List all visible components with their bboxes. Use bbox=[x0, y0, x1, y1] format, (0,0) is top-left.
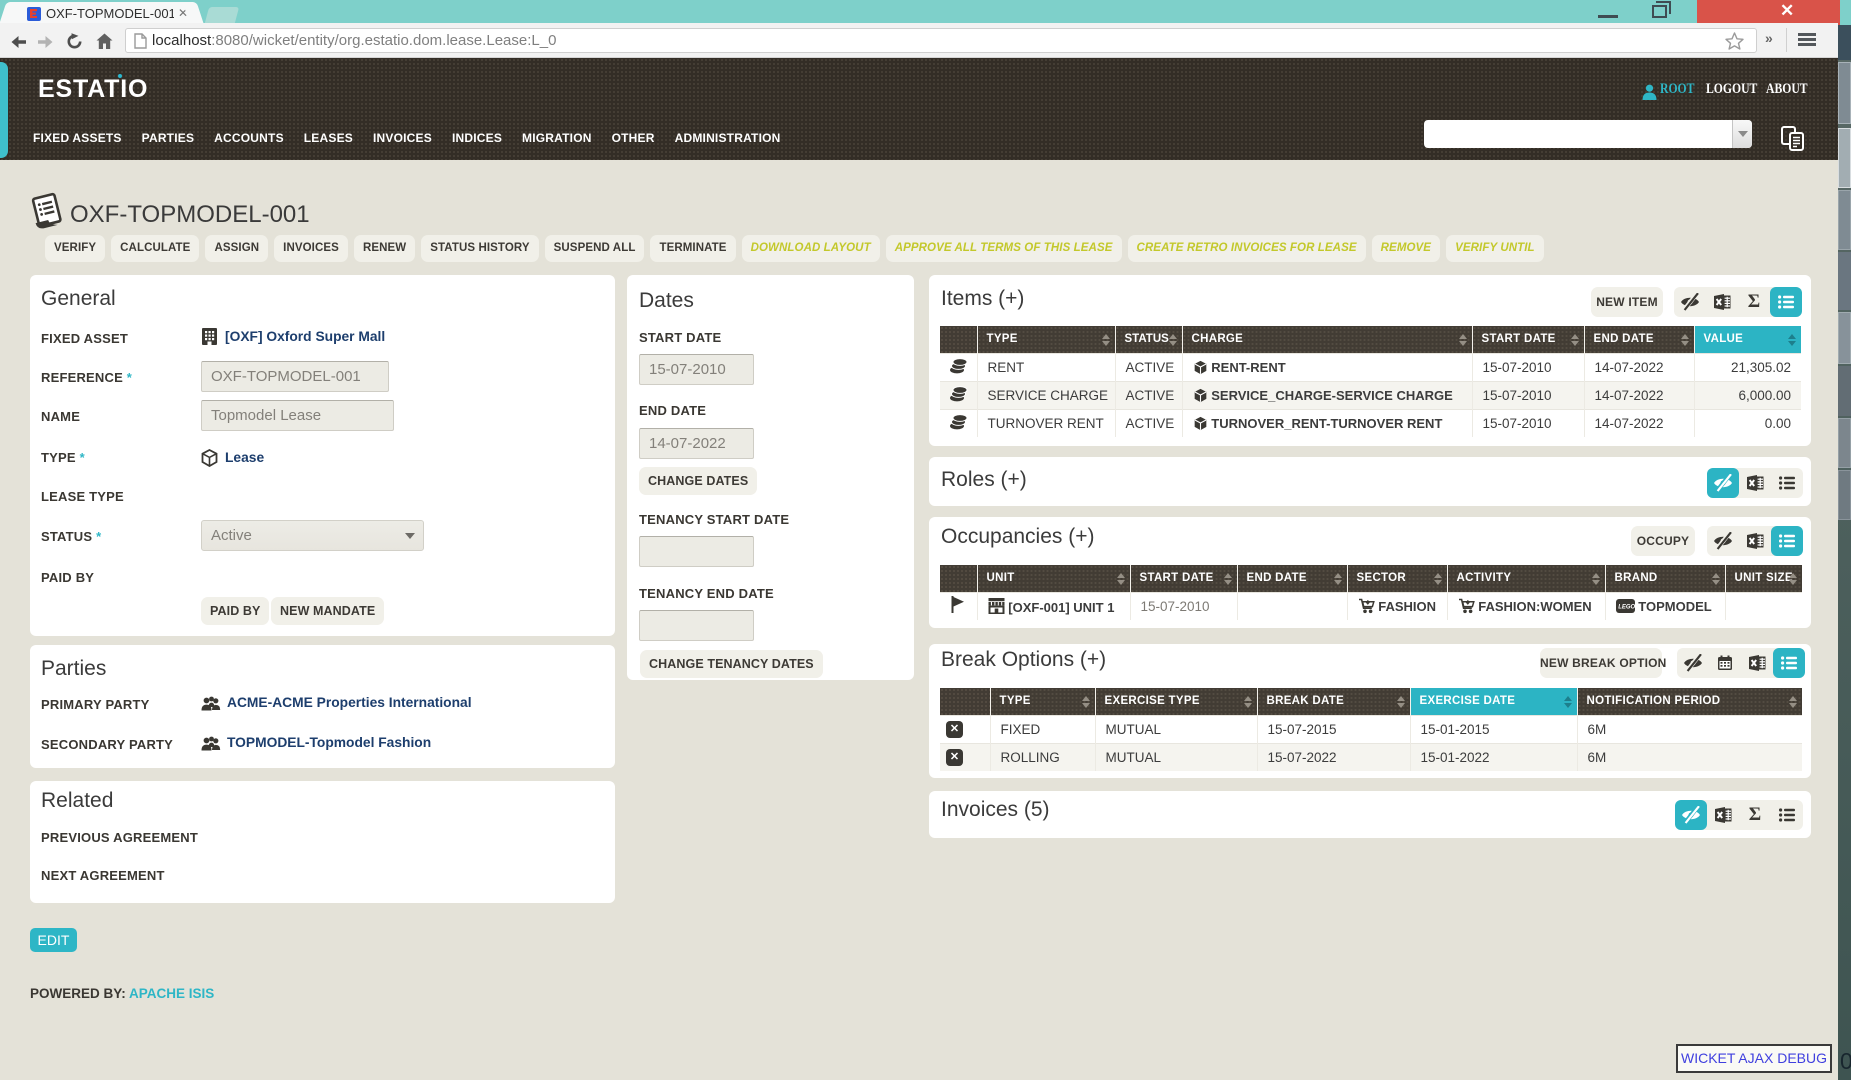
svg-text:LEGO: LEGO bbox=[1618, 604, 1635, 610]
